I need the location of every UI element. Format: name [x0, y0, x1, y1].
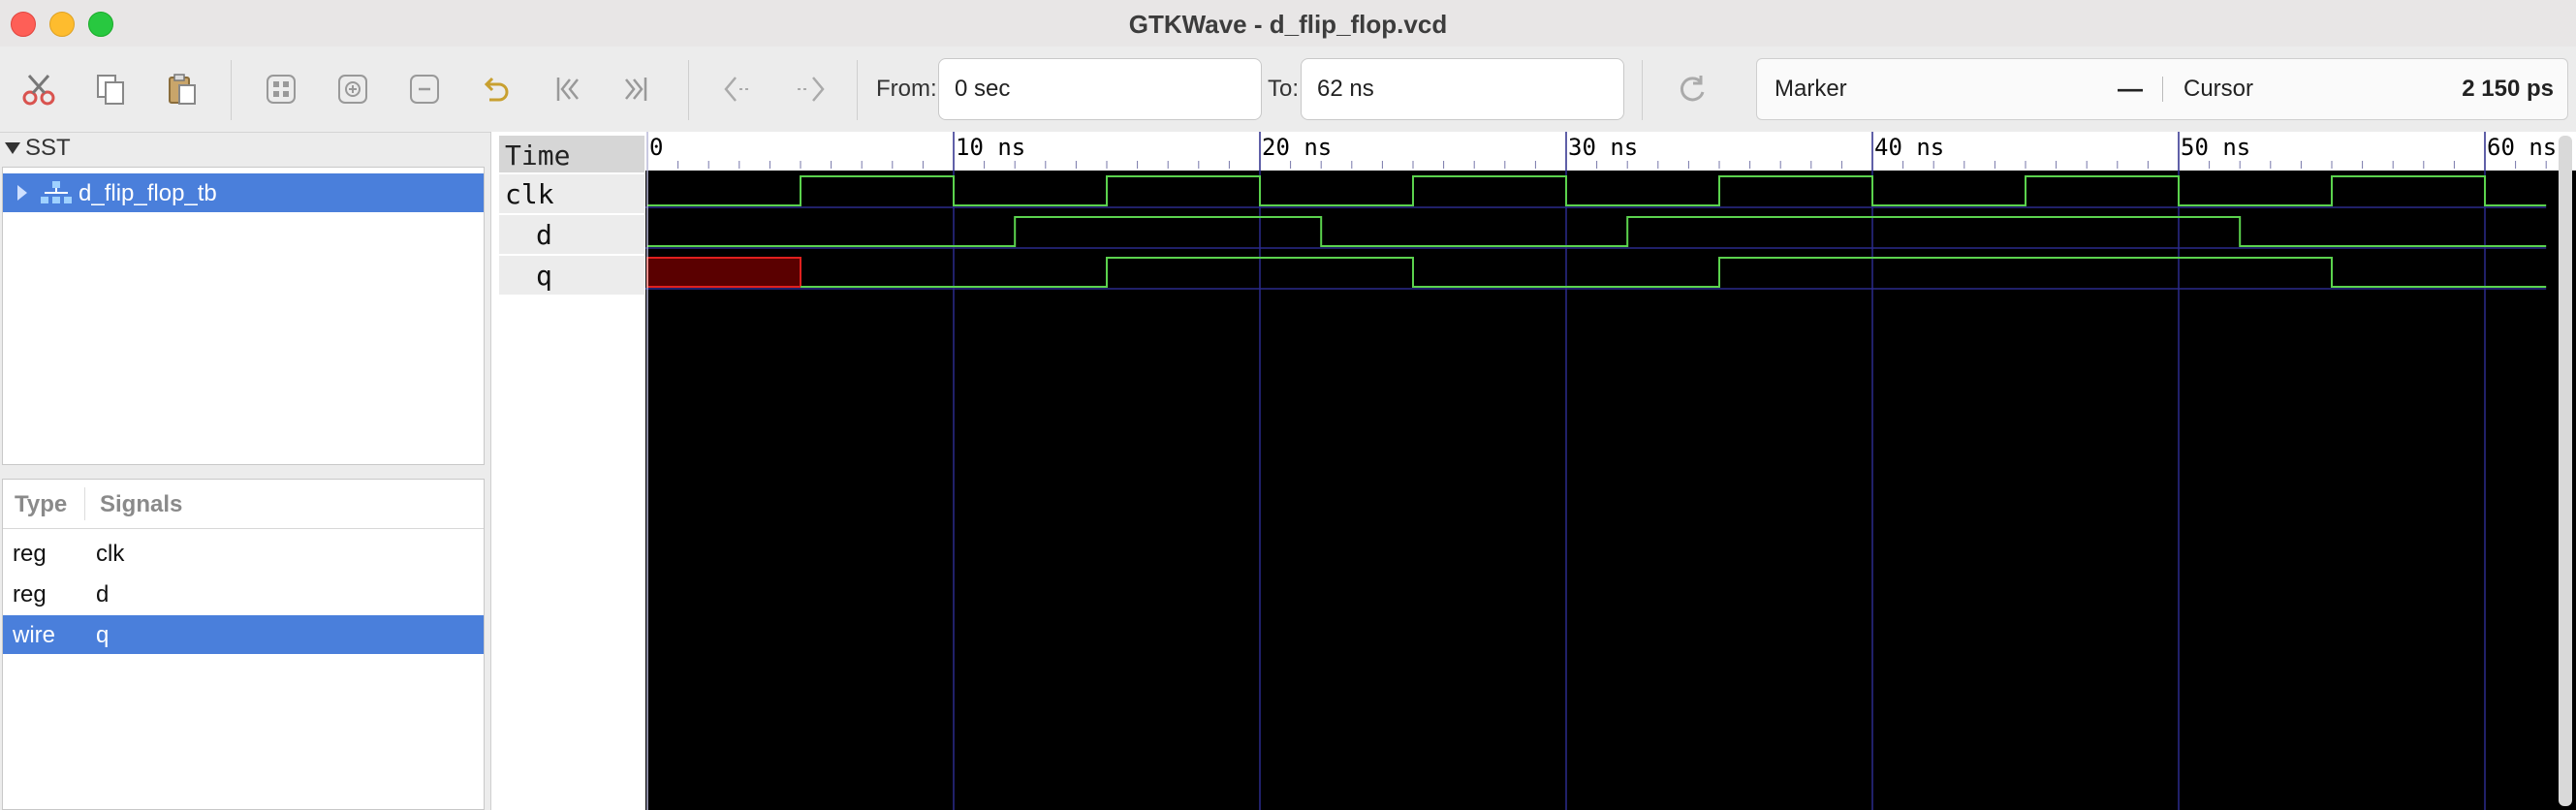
waveform-d	[647, 216, 2547, 247]
signal-row-q[interactable]: wire q	[3, 615, 484, 654]
signal-type: reg	[13, 541, 47, 567]
toolbar-separator	[231, 60, 232, 120]
cursor-value: 2 150 ps	[2462, 76, 2554, 102]
waveform-q	[801, 257, 2547, 288]
waveform-q-unknown	[646, 257, 801, 288]
wave-name-d[interactable]: d	[499, 215, 644, 254]
module-hierarchy-icon	[41, 181, 72, 203]
wave-names-panel: Time clk d q	[490, 132, 646, 810]
marker-value: —	[2118, 74, 2143, 103]
sst-header[interactable]: SST	[0, 132, 488, 167]
next-edge-icon[interactable]	[791, 70, 830, 109]
waveform-clk	[647, 175, 2547, 206]
waveform-canvas: 0 10 ns 20 ns 30 ns 40 ns 50 ns 60 ns	[645, 132, 2576, 810]
title-bar: GTKWave - d_flip_flop.vcd	[0, 0, 2576, 47]
signal-name: q	[96, 622, 110, 648]
time-header: Time	[499, 136, 644, 172]
signals-panel: Type Signals reg clk reg d wire q	[2, 479, 485, 810]
zoom-in-icon[interactable]	[333, 70, 372, 109]
signals-column-header[interactable]: Signals	[100, 491, 182, 518]
cut-icon[interactable]	[19, 70, 58, 109]
timeline-tick-label: 40 ns	[1874, 134, 1944, 161]
paste-icon[interactable]	[163, 70, 202, 109]
signal-type: wire	[13, 622, 56, 648]
from-time-input[interactable]: 0 sec	[938, 58, 1262, 120]
marker-label: Marker	[1775, 76, 1847, 102]
zoom-fit-icon[interactable]	[262, 70, 300, 109]
copy-icon[interactable]	[91, 70, 130, 109]
prev-edge-icon[interactable]	[719, 70, 758, 109]
sst-title: SST	[25, 135, 71, 161]
jump-end-icon[interactable]	[616, 70, 655, 109]
toolbar-separator	[857, 60, 858, 120]
timeline-tick-label: 0	[649, 134, 663, 161]
timeline-tick-label: 60 ns	[2487, 134, 2557, 161]
toolbar: From: 0 sec To: 62 ns Marker — Cursor 2 …	[0, 47, 2576, 133]
timeline-tick-label: 30 ns	[1568, 134, 1638, 161]
reload-icon[interactable]	[1673, 70, 1712, 109]
marker-cursor-display: Marker — Cursor 2 150 ps	[1756, 58, 2568, 120]
type-column-header[interactable]: Type	[15, 491, 67, 518]
cursor-label: Cursor	[2183, 76, 2254, 102]
window-title: GTKWave - d_flip_flop.vcd	[1128, 10, 1448, 39]
time-label: Time	[505, 140, 571, 171]
tree-item-d-flip-flop-tb[interactable]: d_flip_flop_tb	[3, 173, 484, 212]
toolbar-separator	[1642, 60, 1643, 120]
expand-triangle-icon	[5, 142, 20, 154]
timeline-tick-label: 10 ns	[956, 134, 1025, 161]
toolbar-separator	[688, 60, 689, 120]
signal-row-clk[interactable]: reg clk	[3, 534, 484, 573]
waveform-view[interactable]: 0 10 ns 20 ns 30 ns 40 ns 50 ns 60 ns	[645, 132, 2576, 810]
marker-divider	[2162, 77, 2163, 102]
signal-name: clk	[96, 541, 125, 567]
timeline-tick-label: 20 ns	[1262, 134, 1332, 161]
sst-tree: d_flip_flop_tb	[2, 167, 485, 465]
zoom-out-icon[interactable]	[405, 70, 444, 109]
to-time-input[interactable]: 62 ns	[1301, 58, 1624, 120]
signal-type: reg	[13, 581, 47, 608]
column-divider	[84, 487, 85, 520]
tree-item-label: d_flip_flop_tb	[79, 180, 217, 206]
from-label: From:	[876, 76, 937, 102]
signal-name: d	[96, 581, 110, 608]
wave-name-clk[interactable]: clk	[499, 174, 644, 213]
timeline-tick-label: 50 ns	[2181, 134, 2250, 161]
jump-start-icon[interactable]	[549, 70, 587, 109]
signal-row-d[interactable]: reg d	[3, 575, 484, 613]
to-label: To:	[1268, 76, 1300, 102]
wave-name-q[interactable]: q	[499, 256, 644, 295]
signals-header: Type Signals	[3, 480, 484, 529]
vertical-scrollbar[interactable]	[2559, 136, 2572, 806]
undo-zoom-icon[interactable]	[475, 70, 514, 109]
expander-arrow-icon[interactable]	[16, 184, 28, 202]
